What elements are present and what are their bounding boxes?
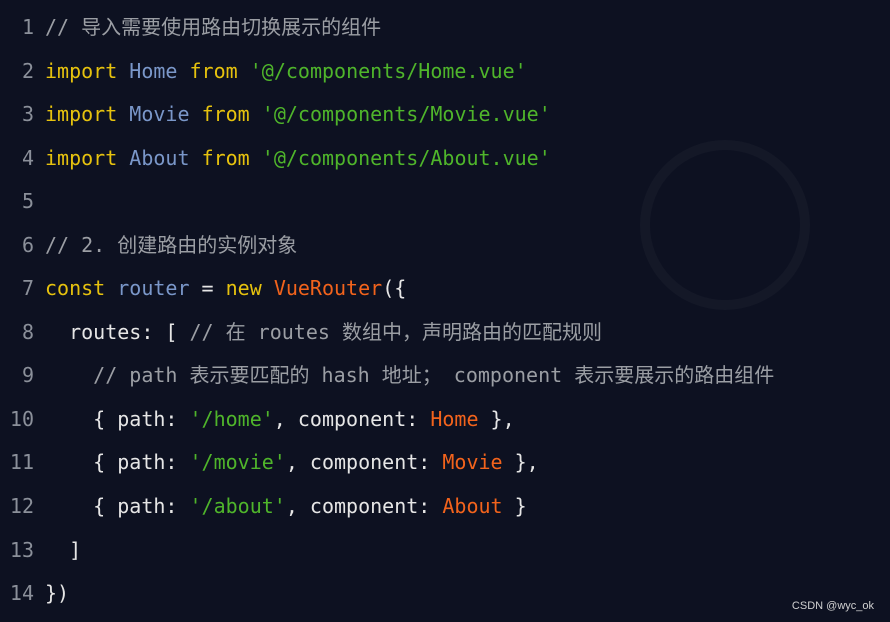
code-block: 1 // 导入需要使用路由切换展示的组件 2 import Home from '@/… [0,6,774,616]
token-plain: ({ [382,276,407,301]
token-kw: import [45,58,118,83]
line-number: 10 [9,406,34,431]
token-str: '@/components/Movie.vue' [261,102,551,127]
code-text: // 2. 创建路由的实例对象 [45,224,297,268]
code-line: 12 { path: '/about', component: About } [0,485,774,529]
token-kw: from [189,58,238,83]
code-line: 11 { path: '/movie', component: Movie }, [0,441,774,485]
line-number: 7 [21,276,34,301]
line-number: 14 [9,581,34,606]
line-number: 8 [21,319,34,344]
line-number: 3 [21,102,34,127]
code-line: 3 import Movie from '@/components/Movie.v… [0,93,774,137]
token-plain: , component: [273,406,431,431]
token-plain: }, [478,406,515,431]
code-text: // path 表示要匹配的 hash 地址； component 表示要展示的… [45,354,774,398]
code-text: { path: '/about', component: About } [45,485,527,529]
line-number: 1 [21,15,34,39]
token-cls: Home [430,406,479,431]
line-number: 9 [21,363,34,388]
token-plain: , component: [285,494,443,519]
token-comment: // 导入需要使用路由切换展示的组件 [45,15,382,39]
code-text: { path: '/home', component: Home }, [45,398,515,442]
token-comment: // path 表示要匹配的 hash 地址； component 表示要展示的… [45,363,775,388]
token-cls: Movie [442,450,503,475]
token-comment: // 2. 创建路由的实例对象 [45,232,298,257]
code-text: ] [45,529,81,573]
token-kw: import [45,145,118,170]
code-line: 5 [0,180,774,224]
token-kw: new [225,276,262,301]
token-plain: { path: [45,406,190,431]
code-line: 13 ] [0,529,774,573]
token-plain: } [502,494,527,519]
token-plain: { path: [45,494,190,519]
code-text: { path: '/movie', component: Movie }, [45,441,539,485]
token-kw: import [45,102,118,127]
code-line: 10 { path: '/home', component: Home }, [0,398,774,442]
code-line: 14}) [0,572,774,616]
token-id: Movie [129,102,190,127]
token-str: '@/components/Home.vue' [249,58,527,83]
line-number: 12 [9,494,34,519]
code-text: }) [45,572,69,616]
line-number: 2 [21,58,34,83]
token-kw: from [201,145,250,170]
line-number: 5 [21,189,34,214]
token-comment: // 在 routes 数组中，声明路由的匹配规则 [189,319,602,344]
line-number: 11 [9,450,34,475]
line-number: 4 [21,145,34,170]
line-number: 13 [9,537,34,562]
code-line: 2 import Home from '@/components/Home.vue… [0,50,774,94]
token-plain: ] [45,537,82,562]
token-plain: }, [502,450,539,475]
code-text: routes: [ // 在 routes 数组中，声明路由的匹配规则 [45,311,602,355]
code-text: // 导入需要使用路由切换展示的组件 [45,6,381,50]
code-text: import Movie from '@/components/Movie.vu… [45,93,551,137]
token-kw: const [45,276,106,301]
token-kw: from [201,102,250,127]
code-text: import About from '@/components/About.vu… [45,137,551,181]
code-text: const router = new VueRouter({ [45,267,406,311]
code-text: import Home from '@/components/Home.vue' [45,50,527,94]
token-id: Home [129,58,178,83]
token-id: About [129,145,190,170]
token-plain: }) [45,581,70,606]
csdn-watermark-text: CSDN @wyc_ok [791,600,874,612]
token-plain: = [189,276,226,301]
token-plain: , component: [285,450,443,475]
line-number: 6 [21,232,34,257]
token-str: '@/components/About.vue' [261,145,551,170]
code-line: 1 // 导入需要使用路由切换展示的组件 [0,6,774,50]
token-str: '/about' [189,494,286,519]
token-str: '/home' [189,406,274,431]
code-line: 8 routes: [ // 在 routes 数组中，声明路由的匹配规则 [0,311,774,355]
token-cls: VueRouter [273,276,383,301]
token-plain: { path: [45,450,190,475]
code-line: 9 // path 表示要匹配的 hash 地址； component 表示要展… [0,354,774,398]
code-line: 6 // 2. 创建路由的实例对象 [0,224,774,268]
token-id: router [117,276,190,301]
token-str: '/movie' [189,450,286,475]
token-cls: About [442,494,503,519]
code-line: 7 const router = new VueRouter({ [0,267,774,311]
code-line: 4 import About from '@/components/About.v… [0,137,774,181]
token-plain: routes: [ [45,319,190,344]
